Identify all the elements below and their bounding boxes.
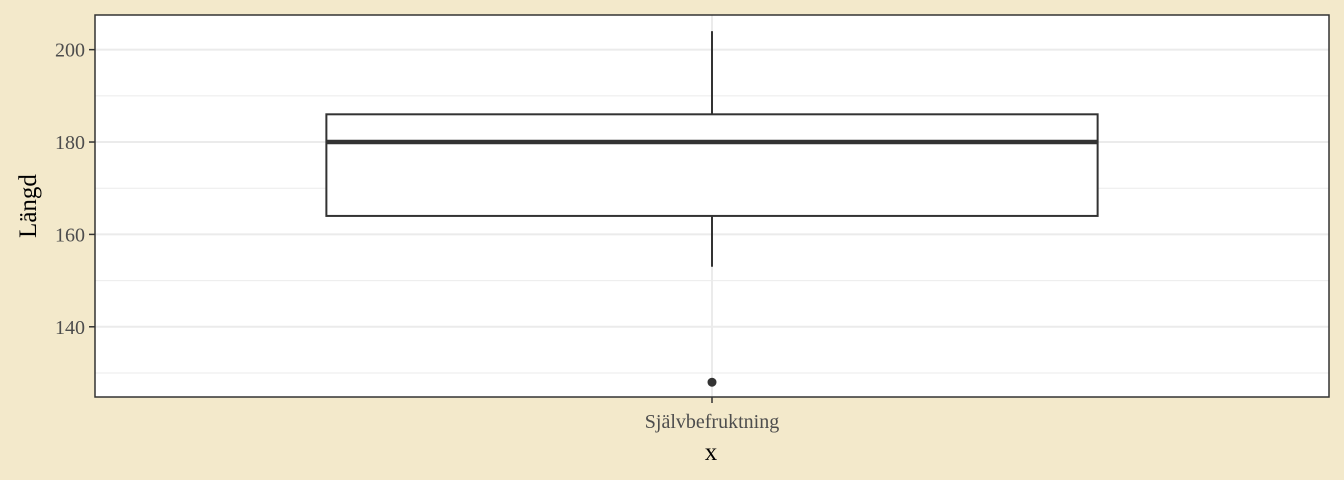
y-tick-label: 140 bbox=[55, 317, 85, 339]
x-axis-ticks: Självbefruktning bbox=[645, 397, 779, 433]
y-axis-ticks: 140 160 180 200 bbox=[55, 40, 95, 339]
x-axis-title: x bbox=[705, 439, 718, 466]
x-tick-label: Självbefruktning bbox=[645, 411, 779, 433]
y-tick-label: 180 bbox=[55, 132, 85, 154]
boxplot-chart: 140 160 180 200 Självbefruktning x Längd bbox=[15, 14, 1330, 466]
outlier-point bbox=[707, 377, 717, 387]
y-tick-label: 160 bbox=[55, 224, 85, 246]
box-iqr bbox=[325, 113, 1099, 217]
y-axis-title: Längd bbox=[15, 174, 42, 238]
y-tick-label: 200 bbox=[55, 40, 85, 62]
